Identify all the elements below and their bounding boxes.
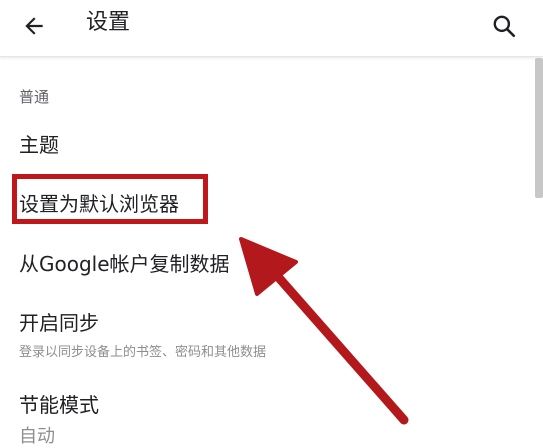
settings-item-label: 从Google帐户复制数据 <box>19 252 230 276</box>
page-title: 设置 <box>86 10 131 35</box>
settings-item-sublabel: 自动 <box>19 426 55 447</box>
settings-item-label: 开启同步 <box>19 311 99 335</box>
scrollbar[interactable] <box>535 58 543 198</box>
search-button[interactable] <box>484 6 524 46</box>
arrow-left-icon <box>25 17 43 35</box>
highlight-box <box>12 174 208 224</box>
settings-item-label: 主题 <box>19 133 59 157</box>
back-button[interactable] <box>14 6 54 46</box>
settings-item-copy-google-data[interactable]: 从Google帐户复制数据 <box>0 240 530 288</box>
settings-item-theme[interactable]: 主题 <box>0 122 530 168</box>
settings-item-label: 节能模式 <box>19 393 99 417</box>
section-header-general: 普通 <box>19 88 50 106</box>
app-bar: 设置 <box>0 0 543 57</box>
settings-item-sublabel: 登录以同步设备上的书签、密码和其他数据 <box>19 345 267 360</box>
settings-item-sync[interactable]: 开启同步 登录以同步设备上的书签、密码和其他数据 <box>0 300 530 364</box>
search-icon <box>493 15 516 38</box>
settings-item-energy-saver[interactable]: 节能模式 自动 <box>0 382 530 447</box>
